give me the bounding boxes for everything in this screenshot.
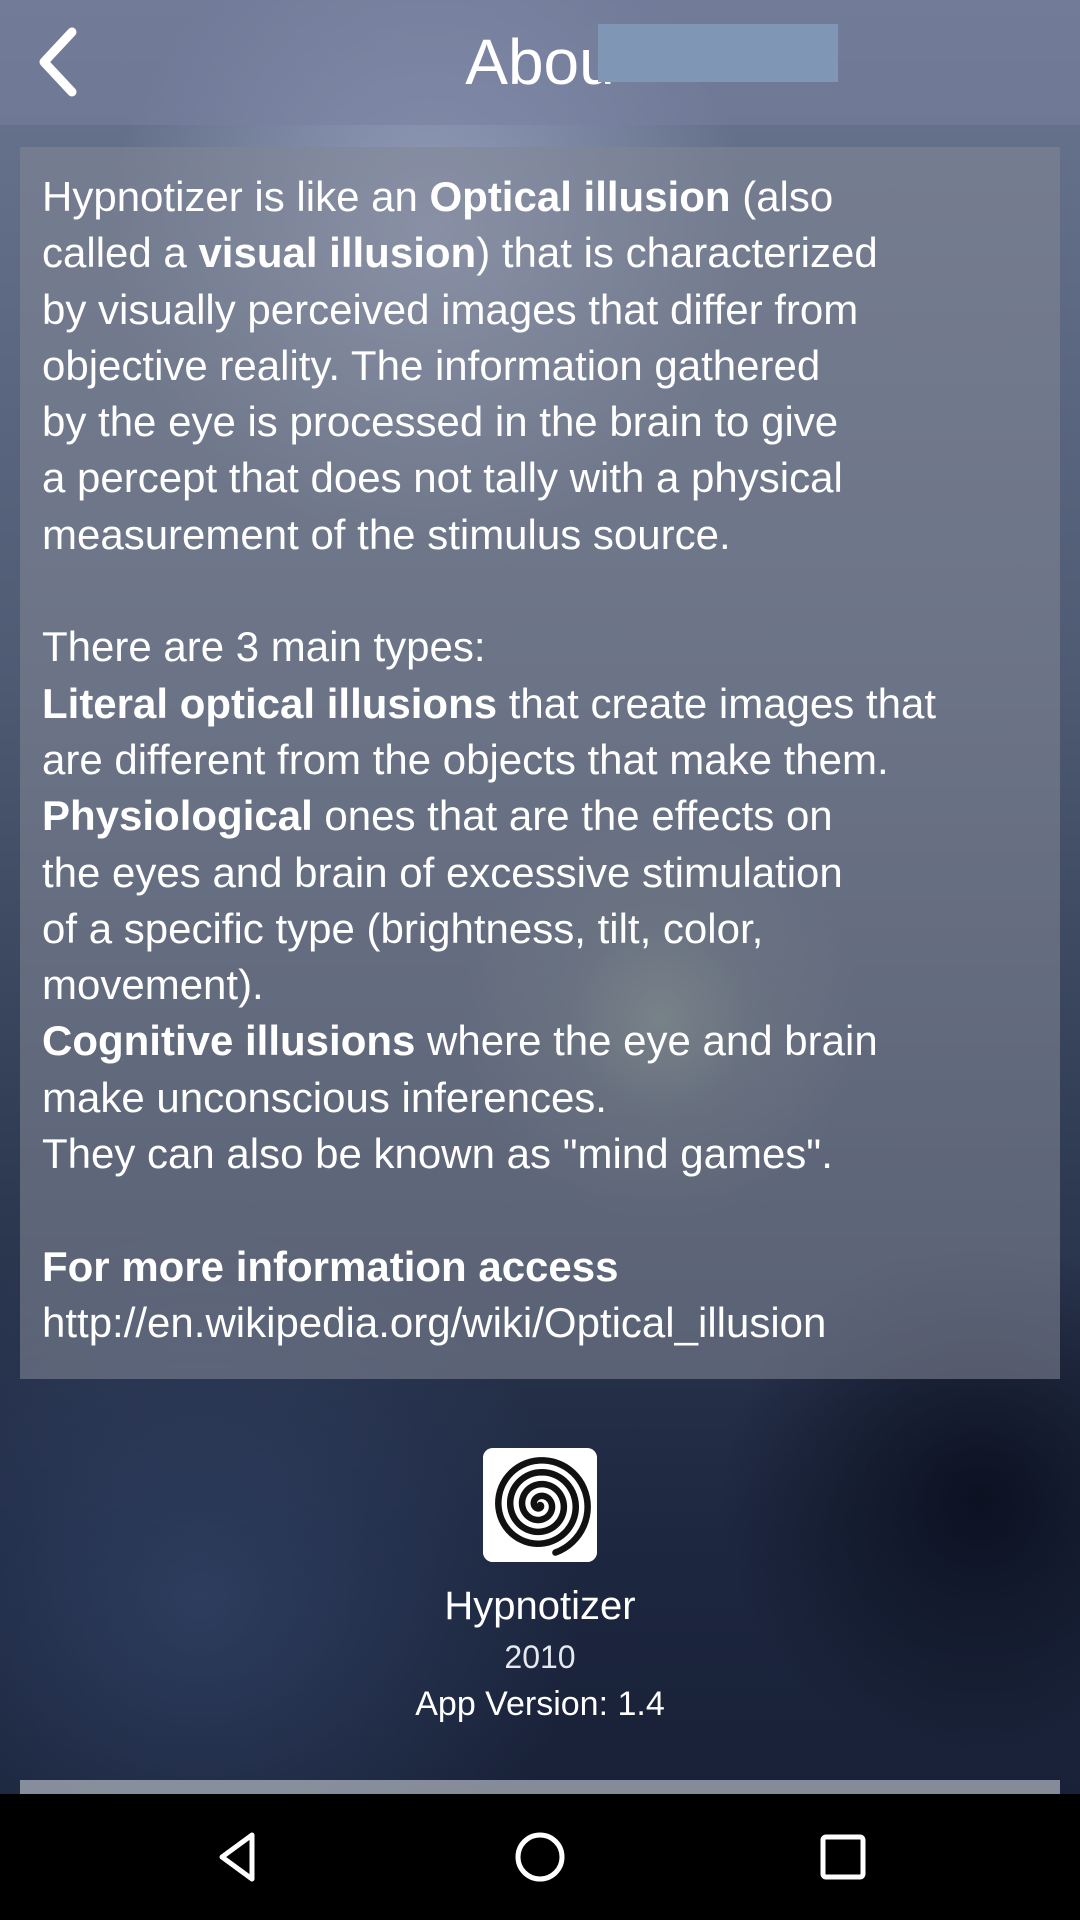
text-line: Literal optical illusions that create im…: [42, 679, 937, 727]
app-year: 2010: [504, 1639, 576, 1675]
more-info-heading: For more information access: [42, 1242, 619, 1290]
recents-square-icon: [820, 1834, 866, 1880]
text-line: of a specific type (brightness, tilt, co…: [42, 904, 764, 952]
app-name: Hypnotizer: [444, 1584, 636, 1628]
text-line: They can also be known as "mind games".: [42, 1130, 833, 1178]
title-overlay: [598, 24, 838, 82]
back-triangle-icon: [219, 1832, 255, 1882]
text-line: Cognitive illusions where the eye and br…: [42, 1017, 878, 1065]
home-circle-icon: [515, 1832, 565, 1882]
nav-back-button[interactable]: [148, 1794, 328, 1920]
text-line: movement).: [42, 961, 264, 1009]
text-line: Physiological ones that are the effects …: [42, 792, 833, 840]
system-navigation-bar: [0, 1794, 1080, 1920]
spiral-icon: [483, 1448, 597, 1562]
app-version: App Version: 1.4: [415, 1685, 665, 1723]
text-line: by the eye is processed in the brain to …: [42, 398, 839, 446]
text-line: are different from the objects that make…: [42, 735, 889, 783]
wikipedia-link[interactable]: http://en.wikipedia.org/wiki/Optical_ill…: [42, 1295, 1038, 1351]
text-line: make unconscious inferences.: [42, 1073, 607, 1121]
text-line: measurement of the stimulus source.: [42, 510, 731, 558]
card-bottom-edge: [20, 1780, 1060, 1794]
text-line: objective reality. The information gathe…: [42, 341, 821, 389]
text-line: There are 3 main types:: [42, 623, 486, 671]
nav-recents-button[interactable]: [753, 1794, 933, 1920]
text-line: a percept that does not tally with a phy…: [42, 454, 843, 502]
nav-home-button[interactable]: [450, 1794, 630, 1920]
text-line: the eyes and brain of excessive stimulat…: [42, 848, 843, 896]
text-line: by visually perceived images that differ…: [42, 285, 859, 333]
text-line: called a visual illusion) that is charac…: [42, 229, 878, 277]
text-line: Hypnotizer is like an Optical illusion (…: [42, 173, 834, 220]
app-header: Abou: [0, 0, 1080, 125]
page-title: Abou: [465, 26, 615, 98]
about-screen: Abou Hypnotizer is like an Optical illus…: [0, 0, 1080, 1920]
about-text-card: Hypnotizer is like an Optical illusion (…: [20, 147, 1060, 1379]
